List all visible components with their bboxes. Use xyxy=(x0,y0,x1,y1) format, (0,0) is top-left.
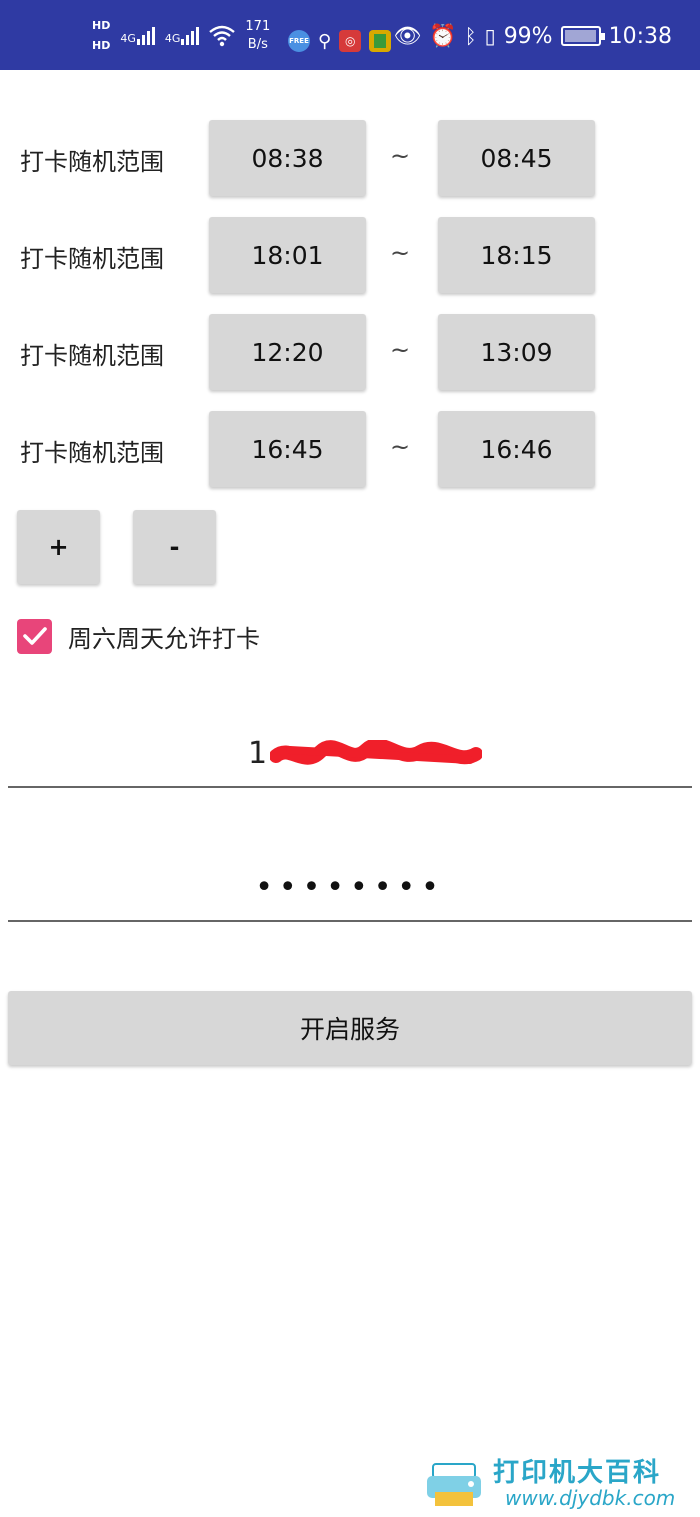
remove-range-button[interactable]: - xyxy=(133,510,216,584)
usb-icon: ⚲ xyxy=(318,30,332,52)
clock: 10:38 xyxy=(608,23,672,49)
range-row-1: 打卡随机范围 08:38 ~ 08:45 xyxy=(0,120,700,196)
network-speed: 171 B/s xyxy=(245,18,270,54)
range-separator: ~ xyxy=(390,336,411,364)
range-row-4: 打卡随机范围 16:45 ~ 16:46 xyxy=(0,411,700,487)
vibrate-icon: ▯ xyxy=(484,24,496,48)
hd-sim2: HD xyxy=(92,39,111,52)
redaction-scribble xyxy=(270,740,482,765)
range-label: 打卡随机范围 xyxy=(20,439,164,467)
phone-value-prefix: 1 xyxy=(248,736,268,771)
range-4-end-button[interactable]: 16:46 xyxy=(438,411,595,487)
network-type-1: 4G xyxy=(120,32,136,45)
app-notification-icon xyxy=(369,30,392,52)
range-separator: ~ xyxy=(390,433,411,461)
range-3-end-button[interactable]: 13:09 xyxy=(438,314,595,390)
watermark-url: www.djydbk.com xyxy=(505,1486,676,1510)
range-label: 打卡随机范围 xyxy=(20,148,164,176)
add-range-button[interactable]: + xyxy=(17,510,100,584)
range-1-end-button[interactable]: 08:45 xyxy=(438,120,595,196)
range-label: 打卡随机范围 xyxy=(20,245,164,273)
signal-sim2-icon: 4G xyxy=(165,27,200,45)
status-bar: HD HD 4G 4G 171 B/s FREE ⚲ ◎ 👁 ⏰ ᛒ ▯ 99%… xyxy=(0,0,700,70)
status-notification-icons: FREE ⚲ ◎ xyxy=(288,30,392,52)
printer-logo-icon xyxy=(427,1463,481,1506)
status-left-group: HD HD 4G 4G 171 B/s xyxy=(92,14,270,58)
range-4-start-button[interactable]: 16:45 xyxy=(209,411,366,487)
range-2-end-button[interactable]: 18:15 xyxy=(438,217,595,293)
battery-percent: 99% xyxy=(503,23,553,49)
speed-value: 171 xyxy=(245,19,271,34)
eye-comfort-icon: 👁 xyxy=(393,23,422,49)
checkmark-icon xyxy=(22,627,47,645)
range-label: 打卡随机范围 xyxy=(20,342,164,370)
bluetooth-icon: ᛒ xyxy=(464,24,477,48)
hd-indicator: HD HD xyxy=(92,16,110,56)
watermark: 打印机大百科 www.djydbk.com xyxy=(425,1452,700,1517)
range-separator: ~ xyxy=(390,142,411,170)
netease-music-icon: ◎ xyxy=(339,30,362,52)
range-separator: ~ xyxy=(390,239,411,267)
range-2-start-button[interactable]: 18:01 xyxy=(209,217,366,293)
range-row-3: 打卡随机范围 12:20 ~ 13:09 xyxy=(0,314,700,390)
range-row-2: 打卡随机范围 18:01 ~ 18:15 xyxy=(0,217,700,293)
range-3-start-button[interactable]: 12:20 xyxy=(209,314,366,390)
password-input[interactable]: •••••••• xyxy=(8,862,692,922)
watermark-title: 打印机大百科 xyxy=(493,1458,662,1488)
network-type-2: 4G xyxy=(164,32,181,45)
signal-sim1-icon: 4G xyxy=(120,27,155,45)
weekend-checkbox[interactable] xyxy=(17,618,52,654)
hd-sim1: HD xyxy=(92,19,111,32)
alarm-icon: ⏰ xyxy=(429,23,457,49)
weekend-checkbox-label: 周六周天允许打卡 xyxy=(68,624,260,653)
status-right-group: 👁 ⏰ ᛒ ▯ 99% 10:38 xyxy=(393,18,672,54)
battery-icon xyxy=(560,26,605,46)
range-1-start-button[interactable]: 08:38 xyxy=(209,120,366,196)
start-service-button[interactable]: 开启服务 xyxy=(8,991,692,1065)
wifi-icon xyxy=(209,25,236,47)
free-badge-icon: FREE xyxy=(288,30,310,52)
password-mask: •••••••• xyxy=(255,870,445,905)
speed-unit: B/s xyxy=(247,37,268,52)
phone-input[interactable]: 1 xyxy=(8,728,692,788)
weekend-checkbox-row[interactable]: 周六周天允许打卡 xyxy=(17,618,260,654)
